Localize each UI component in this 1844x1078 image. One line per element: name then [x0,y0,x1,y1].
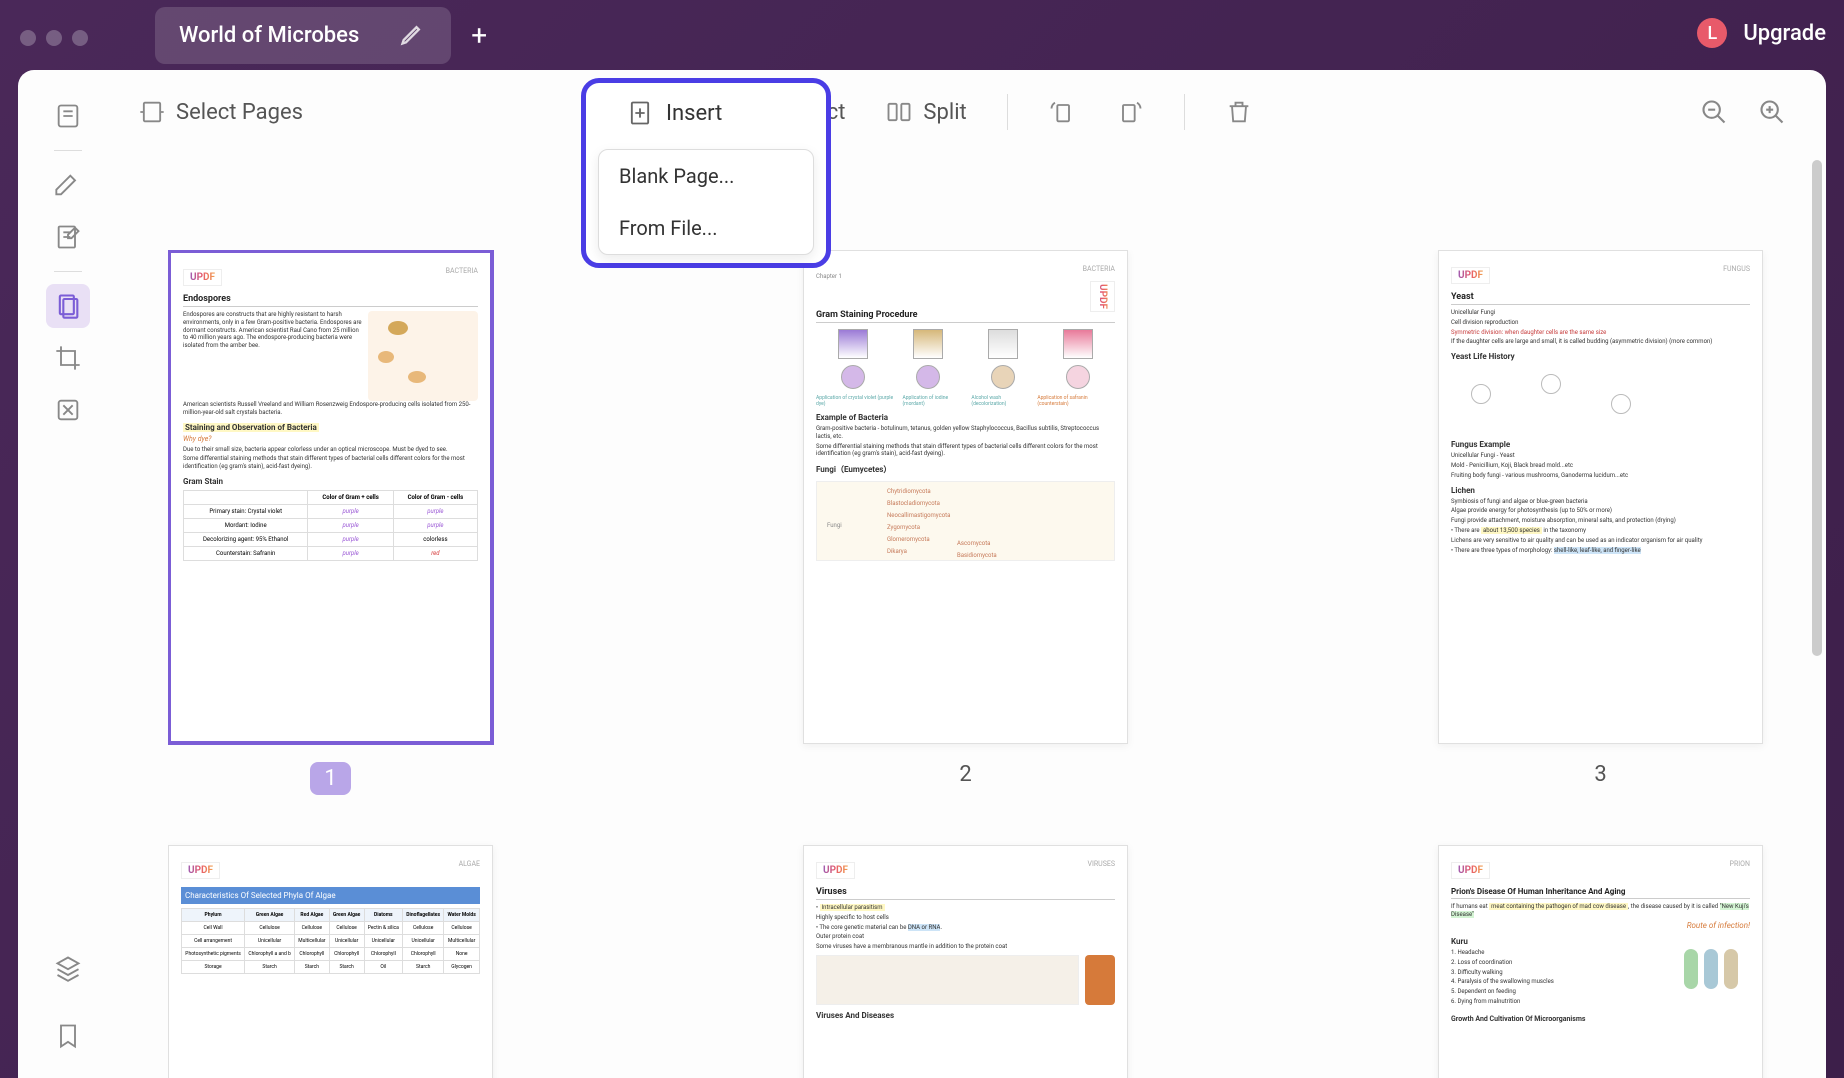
updf-logo: UPDF [183,269,222,286]
window-controls [20,30,88,46]
separator [1007,94,1008,130]
sidebar-crop[interactable] [46,336,90,380]
page-number: 3 [1594,762,1606,787]
sidebar-edit[interactable] [46,215,90,259]
sidebar-bottom [46,946,90,1058]
titlebar: World of Microbes + [155,8,1844,62]
document-tab[interactable]: World of Microbes [155,7,451,64]
pencil-icon[interactable] [399,19,427,52]
sidebar-layers[interactable] [46,946,90,990]
add-tab-button[interactable]: + [471,19,487,52]
sidebar [18,70,118,1078]
close-window-btn[interactable] [20,30,36,46]
rotate-right-button[interactable] [1116,98,1144,126]
sidebar-highlight[interactable] [46,163,90,207]
insert-blank-page[interactable]: Blank Page... [599,150,813,202]
sidebar-reader-mode[interactable] [46,94,90,138]
sidebar-watermark[interactable] [46,388,90,432]
scrollbar-thumb[interactable] [1812,160,1822,656]
maximize-window-btn[interactable] [72,30,88,46]
page-number: 2 [959,762,971,787]
insert-menu: Blank Page... From File... [598,149,814,255]
insert-from-file[interactable]: From File... [599,202,813,254]
minimize-window-btn[interactable] [46,30,62,46]
page-thumbnail-3[interactable]: UPDF FUNGUS Yeast Unicellular Fungi Cell… [1438,250,1763,795]
delete-button[interactable] [1225,98,1253,126]
insert-dropdown-highlight: Insert Blank Page... From File... [581,78,831,268]
sidebar-pages[interactable] [46,284,90,328]
avatar[interactable]: L [1697,18,1727,48]
upgrade-button[interactable]: Upgrade [1743,21,1826,46]
upgrade-area: L Upgrade [1697,18,1826,48]
zoom-out-button[interactable] [1700,98,1728,126]
toolbar-right [1700,98,1786,126]
tab-title: World of Microbes [179,23,359,48]
select-pages-button[interactable]: Select Pages [138,98,303,126]
insert-button[interactable]: Insert [586,83,826,143]
page-thumbnail-1[interactable]: UPDF BACTERIA Endospores Endospores are … [168,250,493,795]
zoom-in-button[interactable] [1758,98,1786,126]
page-thumbnail-2[interactable]: Chapter 1 BACTERIA UPDF Gram Staining Pr… [803,250,1128,795]
toolbar: Select Pages Replace Extract Split [138,94,1786,130]
scrollbar[interactable] [1812,160,1822,780]
page-number: 1 [310,762,350,795]
divider [54,271,82,272]
page-grid: UPDF BACTERIA Endospores Endospores are … [168,250,1786,1078]
page-thumbnail-6[interactable]: UPDF PRION Prion's Disease Of Human Inhe… [1438,845,1763,1078]
divider [54,150,82,151]
separator [1184,94,1185,130]
split-button[interactable]: Split [885,98,966,126]
main-window: Select Pages Replace Extract Split [18,70,1826,1078]
page-thumbnail-4[interactable]: UPDF ALGAE Characteristics Of Selected P… [168,845,493,1078]
rotate-left-button[interactable] [1048,98,1076,126]
page-thumbnail-5[interactable]: UPDF VIRUSES Viruses • Intracellular par… [803,845,1128,1078]
sidebar-bookmark[interactable] [46,1014,90,1058]
